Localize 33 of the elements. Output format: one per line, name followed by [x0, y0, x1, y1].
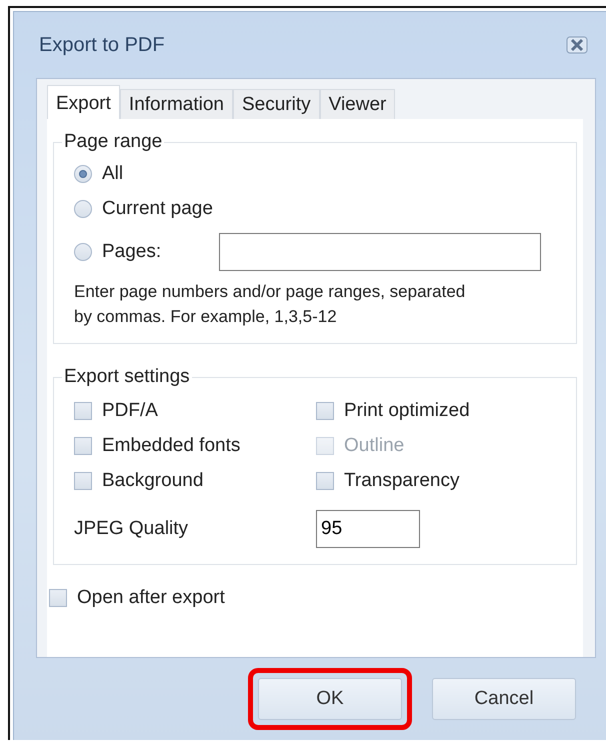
checkbox-label: Transparency	[344, 470, 460, 492]
checkbox[interactable]	[316, 472, 334, 490]
tab[interactable]: Export	[47, 85, 120, 119]
radio-label: Current page	[102, 198, 213, 220]
tab[interactable]: Viewer	[320, 89, 396, 119]
checkbox-label: PDF/A	[102, 400, 158, 422]
radio-label: Pages:	[102, 241, 162, 263]
checkbox-label: Open after export	[77, 587, 225, 609]
checkbox[interactable]	[49, 589, 67, 607]
hint-text: Enter page numbers and/or page ranges, separated by commas. For example, 1,3,5-12	[74, 281, 466, 328]
field-label: JPEG Quality	[74, 518, 190, 540]
checkbox-label: Background	[102, 470, 204, 492]
checkbox-label: Embedded fonts	[102, 435, 240, 457]
group-title: Page range	[63, 131, 164, 153]
radio-label: All	[102, 163, 124, 185]
checkbox[interactable]	[74, 472, 92, 490]
tab[interactable]: Security	[232, 89, 320, 119]
input-field[interactable]	[219, 233, 542, 271]
group-title: Export settings	[63, 366, 191, 388]
checkbox[interactable]	[316, 402, 334, 420]
dialog-button[interactable]: OK	[258, 678, 402, 720]
close-icon[interactable]	[566, 36, 588, 54]
radio-button[interactable]	[74, 200, 92, 218]
checkbox-label: Outline	[344, 435, 404, 457]
radio-button[interactable]	[74, 243, 92, 261]
tab[interactable]: Information	[120, 89, 233, 119]
checkbox[interactable]	[74, 402, 92, 420]
radio-button[interactable]	[74, 165, 92, 183]
checkbox-label: Print optimized	[344, 400, 470, 422]
window-title: Export to PDF	[38, 34, 165, 56]
dialog-button[interactable]: Cancel	[432, 678, 576, 720]
checkbox[interactable]	[74, 437, 92, 455]
input-field[interactable]: 95	[316, 510, 420, 548]
